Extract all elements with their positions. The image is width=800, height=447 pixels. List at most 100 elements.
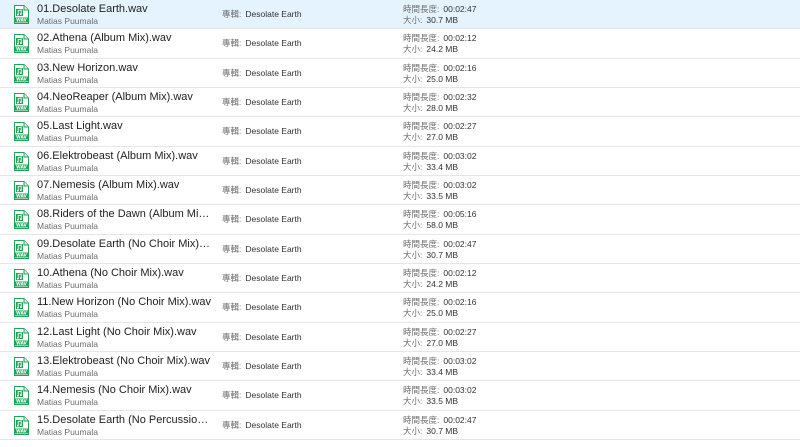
length-value: 00:02:16 <box>443 297 477 308</box>
length-label: 時間長度: <box>403 385 440 396</box>
file-row[interactable]: WAV 15.Desolate Earth (No Percussion Mix… <box>0 411 800 441</box>
file-name: 09.Desolate Earth (No Choir Mix).wav <box>37 237 212 250</box>
length-label: 時間長度: <box>403 121 440 132</box>
file-name: 05.Last Light.wav <box>37 120 123 133</box>
file-artist: Matias Puumala <box>37 368 98 379</box>
file-row[interactable]: WAV 08.Riders of the Dawn (Album Mix).wa… <box>0 205 800 235</box>
length-value: 00:02:32 <box>443 92 477 103</box>
length-value: 00:02:47 <box>443 414 477 425</box>
size-label: 大小: <box>403 44 423 55</box>
album-value: Desolate Earth <box>245 9 302 19</box>
size-value: 30.7 MB <box>426 15 459 25</box>
album-value: Desolate Earth <box>245 331 302 342</box>
album-value: Desolate Earth <box>245 302 302 313</box>
svg-text:WAV: WAV <box>16 76 27 81</box>
file-name: 13.Elektrobeast (No Choir Mix).wav <box>37 355 211 368</box>
file-row[interactable]: WAV 10.Athena (No Choir Mix).wav Matias … <box>0 264 800 294</box>
length-label: 時間長度: <box>403 62 440 73</box>
file-length: 時間長度: 00:02:12 <box>403 33 476 44</box>
file-row[interactable]: WAV 04.NeoReaper (Album Mix).wav Matias … <box>0 88 800 118</box>
file-length: 時間長度: 00:02:32 <box>403 92 476 103</box>
album-label: 專輯: <box>222 273 242 284</box>
svg-text:WAV: WAV <box>16 18 27 23</box>
file-album: 專輯: Desolate Earth <box>222 361 302 372</box>
length-value: 00:02:12 <box>443 33 477 44</box>
svg-text:WAV: WAV <box>16 106 27 111</box>
album-label: 專輯: <box>222 361 242 372</box>
size-value: 33.5 MB <box>426 396 459 407</box>
file-album: 專輯: Desolate Earth <box>222 332 302 343</box>
album-label: 專輯: <box>222 9 242 19</box>
size-label: 大小: <box>403 15 423 25</box>
size-value: 24.2 MB <box>426 44 459 55</box>
wav-file-icon: WAV <box>14 269 29 289</box>
file-name: 04.NeoReaper (Album Mix).wav <box>37 91 193 104</box>
file-size: 大小: 24.2 MB <box>403 44 458 55</box>
file-row[interactable]: WAV 14.Nemesis (No Choir Mix).wav Matias… <box>0 381 800 411</box>
size-value: 27.0 MB <box>426 132 459 143</box>
file-size: 大小: 33.5 MB <box>403 396 458 407</box>
album-value: Desolate Earth <box>245 361 302 372</box>
size-label: 大小: <box>403 161 423 172</box>
file-row[interactable]: WAV 05.Last Light.wav Matias Puumala 專輯:… <box>0 117 800 147</box>
file-row[interactable]: WAV 03.New Horizon.wav Matias Puumala 專輯… <box>0 59 800 89</box>
album-value: Desolate Earth <box>245 155 302 166</box>
length-label: 時間長度: <box>403 356 440 367</box>
file-artist: Matias Puumala <box>37 426 98 437</box>
file-album: 專輯: Desolate Earth <box>222 214 302 225</box>
file-name: 10.Athena (No Choir Mix).wav <box>37 267 184 280</box>
svg-text:WAV: WAV <box>16 135 27 140</box>
length-label: 時間長度: <box>403 238 440 249</box>
file-row[interactable]: WAV 02.Athena (Album Mix).wav Matias Puu… <box>0 29 800 59</box>
wav-file-icon: WAV <box>14 210 29 230</box>
file-size: 大小: 25.0 MB <box>403 308 458 319</box>
size-label: 大小: <box>403 103 423 114</box>
svg-text:WAV: WAV <box>16 194 27 199</box>
file-length: 時間長度: 00:02:12 <box>403 268 476 279</box>
file-name: 14.Nemesis (No Choir Mix).wav <box>37 384 192 397</box>
length-label: 時間長度: <box>403 326 440 337</box>
file-size: 大小: 25.0 MB <box>403 74 458 85</box>
file-album: 專輯: Desolate Earth <box>222 244 302 255</box>
size-label: 大小: <box>403 308 423 319</box>
svg-text:WAV: WAV <box>16 340 27 345</box>
file-length: 時間長度: 00:02:47 <box>403 4 476 15</box>
file-row[interactable]: WAV 12.Last Light (No Choir Mix).wav Mat… <box>0 323 800 353</box>
file-row[interactable]: WAV 13.Elektrobeast (No Choir Mix).wav M… <box>0 352 800 382</box>
file-artist: Matias Puumala <box>37 16 98 26</box>
file-length: 時間長度: 00:03:02 <box>403 385 476 396</box>
file-name: 12.Last Light (No Choir Mix).wav <box>37 325 197 338</box>
file-row[interactable]: WAV 09.Desolate Earth (No Choir Mix).wav… <box>0 235 800 265</box>
length-value: 00:03:02 <box>443 385 477 396</box>
file-artist: Matias Puumala <box>37 45 98 56</box>
file-row[interactable]: WAV 11.New Horizon (No Choir Mix).wav Ma… <box>0 293 800 323</box>
size-label: 大小: <box>403 425 423 436</box>
file-list: WAV 01.Desolate Earth.wav Matias Puumala… <box>0 0 800 447</box>
size-value: 28.0 MB <box>426 103 459 114</box>
file-length: 時間長度: 00:02:16 <box>403 297 476 308</box>
svg-text:WAV: WAV <box>16 252 27 257</box>
file-size: 大小: 27.0 MB <box>403 338 458 349</box>
file-album: 專輯: Desolate Earth <box>222 38 302 49</box>
length-value: 00:05:16 <box>443 209 477 220</box>
file-length: 時間長度: 00:02:47 <box>403 415 476 426</box>
file-length: 時間長度: 00:02:16 <box>403 63 476 74</box>
file-row[interactable]: WAV 07.Nemesis (Album Mix).wav Matias Pu… <box>0 176 800 206</box>
wav-file-icon: WAV <box>14 298 29 318</box>
album-label: 專輯: <box>222 97 242 108</box>
file-size: 大小: 28.0 MB <box>403 103 458 114</box>
wav-file-icon: WAV <box>14 151 29 171</box>
file-size: 大小: 24.2 MB <box>403 279 458 290</box>
file-row[interactable]: WAV 01.Desolate Earth.wav Matias Puumala… <box>0 0 800 30</box>
file-row[interactable]: WAV 06.Elektrobeast (Album Mix).wav Mati… <box>0 147 800 177</box>
file-album: 專輯: Desolate Earth <box>222 302 302 313</box>
length-label: 時間長度: <box>403 180 440 191</box>
album-value: Desolate Earth <box>245 67 302 78</box>
wav-file-icon: WAV <box>14 34 29 54</box>
file-artist: Matias Puumala <box>37 309 98 320</box>
svg-text:WAV: WAV <box>16 164 27 169</box>
svg-text:WAV: WAV <box>16 223 27 228</box>
album-label: 專輯: <box>222 331 242 342</box>
album-value: Desolate Earth <box>245 243 302 254</box>
size-value: 33.4 MB <box>426 161 459 172</box>
